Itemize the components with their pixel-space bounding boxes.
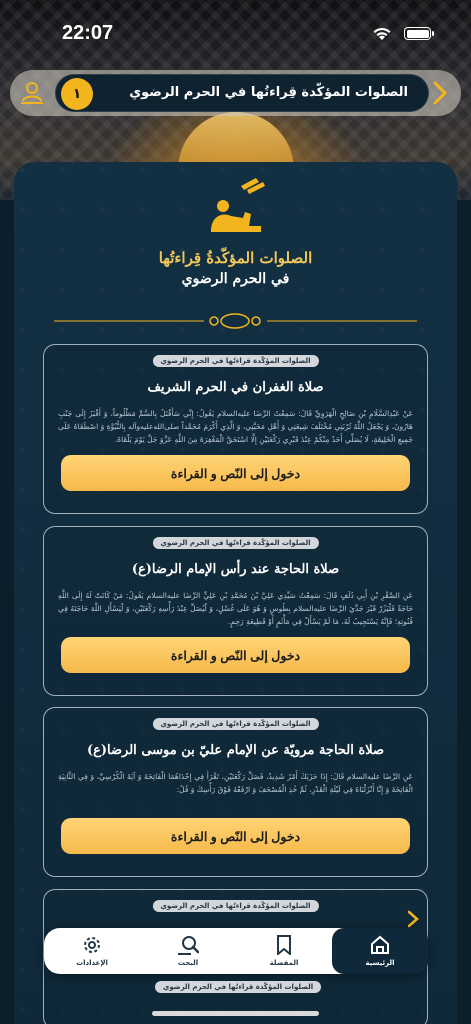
enter-text-button[interactable]: دخول إلى النّص و القراءة bbox=[61, 637, 410, 673]
category-tag: الصلوات المؤكّدة قراءتُها في الحرم الرضو… bbox=[155, 981, 322, 993]
bottom-tab-bar: الإعدادات البحث المفضلة الرئيسية bbox=[44, 928, 428, 974]
panel-subtitle: في الحرم الرضوي bbox=[181, 271, 290, 287]
page-title: الصلوات المؤكّدة قِراءتُها في الحرم الرض… bbox=[129, 85, 408, 100]
bookmark-icon bbox=[275, 935, 293, 955]
prayer-card: الصلوات المؤكّدة قراءتُها في الحرم الرضو… bbox=[43, 707, 428, 877]
tab-label: البحث bbox=[177, 959, 199, 967]
tab-favorites[interactable]: المفضلة bbox=[236, 928, 332, 974]
status-time: 22:07 bbox=[62, 22, 114, 44]
tab-label: الإعدادات bbox=[76, 959, 108, 967]
panel-title: الصلوات المؤكّدةُ قِراءتُها bbox=[158, 249, 313, 267]
wifi-icon bbox=[372, 26, 392, 41]
card-excerpt: عَنْ عَبْدِالسَّلَامِ بْنِ صَالِحٍ الْهَ… bbox=[58, 409, 413, 444]
category-tag: الصلوات المؤكّدة قراءتُها في الحرم الرضو… bbox=[152, 900, 319, 912]
praying-person-icon bbox=[201, 176, 271, 236]
card-title: صلاة الغفران في الحرم الشريف bbox=[147, 380, 324, 395]
gear-icon bbox=[82, 935, 102, 955]
tab-home[interactable]: الرئيسية bbox=[332, 928, 428, 974]
prayer-card: الصلوات المؤكّدة قراءتُها في الحرم الرضو… bbox=[43, 344, 428, 514]
card-excerpt: عَنِ الصَّقْرِ بْنِ أَبِي دُلَفٍ قَالَ: … bbox=[58, 591, 413, 626]
content-panel: الصلوات المؤكّدةُ قِراءتُها في الحرم الر… bbox=[14, 162, 457, 1024]
search-icon bbox=[177, 935, 199, 955]
category-tag: الصلوات المؤكّدة قراءتُها في الحرم الرضو… bbox=[152, 537, 319, 549]
reader-profile-icon[interactable] bbox=[18, 79, 46, 107]
status-icons bbox=[372, 26, 434, 41]
chevron-right-icon[interactable] bbox=[431, 79, 449, 107]
ornament-divider bbox=[54, 310, 417, 332]
home-indicator[interactable] bbox=[152, 1011, 319, 1016]
card-excerpt: عَنِ الرِّضَا عليه‌السلام قَالَ: إِذَا ح… bbox=[58, 772, 413, 794]
top-nav-bar: ١ الصلوات المؤكّدة قِراءتُها في الحرم ال… bbox=[10, 70, 461, 116]
chevron-right-icon[interactable] bbox=[407, 910, 419, 928]
count-badge: ١ bbox=[61, 78, 93, 110]
card-title: صلاة الحاجة مرويّة عن الإمام عليّ بن موس… bbox=[86, 743, 385, 758]
status-bar: 22:07 bbox=[0, 0, 471, 60]
enter-text-button[interactable]: دخول إلى النّص و القراءة bbox=[61, 818, 410, 854]
category-tag: الصلوات المؤكّدة قراءتُها في الحرم الرضو… bbox=[152, 718, 319, 730]
card-title: صلاة الحاجة عند رأس الإمام الرضا(ع) bbox=[131, 562, 340, 577]
tab-search[interactable]: البحث bbox=[140, 928, 236, 974]
prayer-card: الصلوات المؤكّدة قراءتُها في الحرم الرضو… bbox=[43, 526, 428, 696]
header-title-pill: ١ الصلوات المؤكّدة قِراءتُها في الحرم ال… bbox=[55, 74, 429, 112]
home-icon bbox=[370, 935, 390, 955]
battery-icon bbox=[404, 27, 434, 40]
tab-label: الرئيسية bbox=[365, 959, 395, 967]
category-tag: الصلوات المؤكّدة قراءتُها في الحرم الرضو… bbox=[152, 355, 319, 367]
tab-label: المفضلة bbox=[269, 959, 299, 967]
tab-settings[interactable]: الإعدادات bbox=[44, 928, 140, 974]
enter-text-button[interactable]: دخول إلى النّص و القراءة bbox=[61, 455, 410, 491]
